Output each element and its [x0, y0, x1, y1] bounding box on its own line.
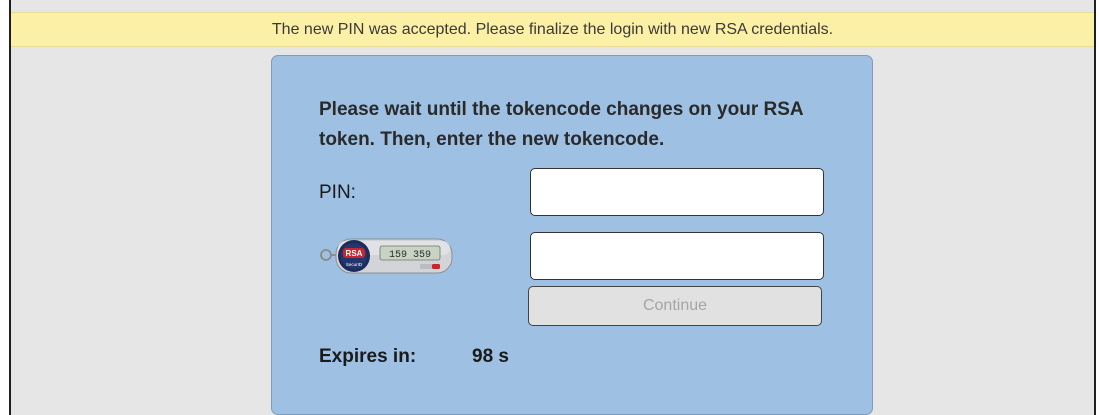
continue-button[interactable]: Continue: [528, 286, 822, 326]
notification-banner: The new PIN was accepted. Please finaliz…: [11, 12, 1094, 47]
banner-message: The new PIN was accepted. Please finaliz…: [271, 20, 834, 38]
rsa-securid-token-icon: RSA SecurID 159 359: [320, 238, 453, 274]
rsa-logo-text: RSA: [346, 249, 363, 258]
pin-input[interactable]: [530, 168, 824, 216]
pin-label: PIN:: [319, 182, 356, 203]
token-display-code: 159 359: [389, 250, 431, 261]
login-card: Please wait until the tokencode changes …: [271, 55, 873, 415]
page-frame: The new PIN was accepted. Please finaliz…: [9, 0, 1096, 415]
rsa-logo-subtext: SecurID: [346, 262, 363, 267]
expires-countdown: 98 s: [472, 346, 509, 367]
expires-label: Expires in:: [319, 346, 417, 367]
tokencode-input[interactable]: [530, 232, 824, 280]
instructions-text: Please wait until the tokencode changes …: [319, 99, 803, 150]
